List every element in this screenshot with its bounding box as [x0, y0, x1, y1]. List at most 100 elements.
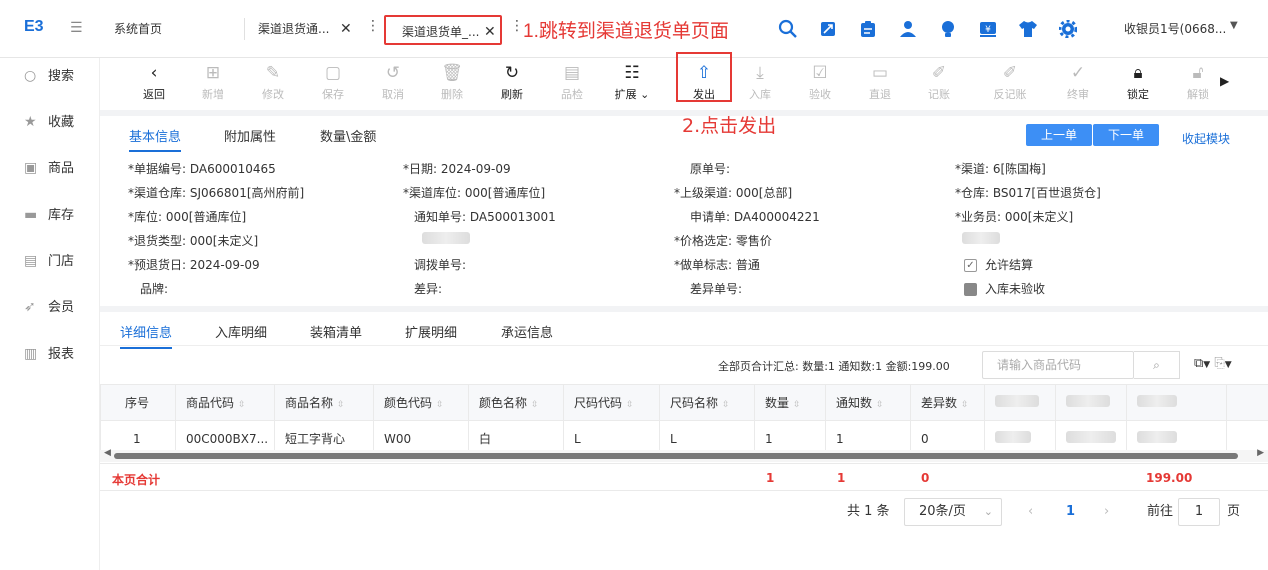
extend-button[interactable]: ☷ 扩展 ⌄ [610, 62, 654, 102]
back-button[interactable]: ‹ 返回 [132, 62, 176, 102]
column-header[interactable]: 尺码代码 ⇳ [563, 384, 660, 421]
top-icon-bar: ¥ [768, 14, 1088, 44]
save-button[interactable]: ▢ 保存 [311, 62, 355, 102]
sort-icon[interactable]: ⇳ [961, 400, 969, 410]
in-uninspected-checkbox[interactable]: 入库未验收 [964, 280, 1045, 297]
search-icon[interactable] [768, 14, 808, 44]
sort-icon[interactable]: ⇳ [531, 400, 539, 410]
top-bar: E3 ☰ 系统首页 渠道退货通... ✕ ⋮ 渠道退货单_... ✕ ⋮ 1.跳转到… [0, 0, 1268, 58]
allow-settle-checkbox[interactable]: ✓ 允许结算 [964, 256, 1033, 273]
tab-carrier-info[interactable]: 承运信息 [501, 322, 553, 341]
clipboard-icon[interactable] [848, 14, 888, 44]
more-vertical-icon[interactable]: ⋮ [366, 18, 380, 34]
sort-icon[interactable]: ⇳ [626, 400, 634, 410]
sidebar-item-search[interactable]: ○ 搜索 [24, 66, 74, 86]
column-header[interactable]: 差异数 ⇳ [910, 384, 985, 421]
sort-icon[interactable]: ⇳ [436, 400, 444, 410]
sort-icon[interactable]: ⇳ [337, 400, 345, 410]
quality-check-button[interactable]: ▤ 品检 [550, 62, 594, 102]
close-icon[interactable]: ✕ [484, 17, 496, 47]
next-order-button[interactable]: 下一单 [1093, 124, 1159, 146]
tab-extend-detail[interactable]: 扩展明细 [405, 322, 457, 341]
refresh-button[interactable]: ↻ 刷新 [490, 62, 534, 102]
column-header[interactable]: 尺码名称 ⇳ [659, 384, 755, 421]
expand-icon[interactable] [808, 14, 848, 44]
prev-order-button[interactable]: 上一单 [1026, 124, 1092, 146]
horizontal-scrollbar[interactable]: ◀ ▶ [100, 448, 1268, 462]
caret-down-icon[interactable]: ▼ [1225, 360, 1232, 370]
delete-button[interactable]: 🗑 删除 [430, 62, 474, 102]
sort-icon[interactable]: ⇳ [876, 400, 884, 410]
column-header[interactable]: 数量 ⇳ [754, 384, 826, 421]
cancel-button[interactable]: ↺ 取消 [371, 62, 415, 102]
sidebar-item-favorites[interactable]: ★ 收藏 [24, 112, 74, 132]
add-button[interactable]: ⊞ 新增 [191, 62, 235, 102]
book-button[interactable]: ✐ 记账 [917, 62, 961, 102]
issue-button[interactable]: ⇧ 发出 [676, 52, 732, 102]
accept-button[interactable]: ☑ 验收 [798, 62, 842, 102]
total-qty: 1 [766, 471, 775, 485]
edit-button[interactable]: ✎ 修改 [251, 62, 295, 102]
tab-inbound-detail[interactable]: 入库明细 [215, 322, 267, 341]
tab-detail-info[interactable]: 详细信息 [120, 322, 173, 349]
doc-no-field: *单据编号: DA600010465 [128, 162, 276, 176]
column-header[interactable]: 商品名称 ⇳ [274, 384, 374, 421]
final-review-button[interactable]: ✓ 终审 [1056, 62, 1100, 102]
doc-flag-field: *做单标志: 普通 [674, 258, 760, 272]
tab-channel-return-order[interactable]: 渠道退货单_... ✕ [384, 15, 502, 45]
sidebar-item-store[interactable]: ▤ 门店 [24, 251, 74, 271]
column-header[interactable]: 颜色代码 ⇳ [373, 384, 469, 421]
column-header[interactable]: 颜色名称 ⇳ [468, 384, 564, 421]
page-size-select[interactable]: 20条/页 ⌄ [904, 498, 1002, 526]
scroll-right-icon[interactable]: ▶ [1257, 448, 1264, 458]
table-tools[interactable]: ⧉▼ ⎘▼ [1194, 356, 1232, 371]
column-header[interactable]: 商品代码 ⇳ [175, 384, 275, 421]
user-menu[interactable]: 收银员1号(0668... [1124, 20, 1226, 37]
scroll-right-icon[interactable]: ▶ [1220, 74, 1229, 88]
goto-page-input[interactable]: 1 [1178, 498, 1220, 526]
tab-home[interactable]: 系统首页 [114, 12, 162, 46]
export-icon[interactable]: ⎘ [1214, 356, 1224, 371]
sidebar-item-report[interactable]: ▥ 报表 [24, 344, 74, 364]
caret-down-icon[interactable]: ▼ [1203, 360, 1210, 370]
total-amount: 199.00 [1146, 471, 1193, 485]
more-vertical-icon[interactable]: ⋮ [510, 18, 524, 34]
close-icon[interactable]: ✕ [340, 12, 352, 46]
cashier-icon[interactable]: ¥ [968, 14, 1008, 44]
page-number[interactable]: 1 [1066, 498, 1075, 526]
document-icon: ▭ [871, 63, 889, 83]
lock-button[interactable]: 🔒︎ 锁定 [1116, 62, 1160, 102]
caret-down-icon[interactable]: ▼ [1230, 20, 1238, 31]
product-code-search-input[interactable]: 请输入商品代码 [982, 351, 1134, 379]
tab-channel-return-notice[interactable]: 渠道退货通... ✕ [258, 12, 352, 46]
search-icon[interactable]: ⌕ [1134, 351, 1180, 379]
tab-packing-list[interactable]: 装箱清单 [310, 322, 362, 341]
prev-page-icon[interactable]: ‹ [1028, 498, 1033, 526]
sort-icon[interactable]: ⇳ [793, 400, 801, 410]
menu-collapse-icon[interactable]: ☰ [70, 20, 83, 36]
unlock-button[interactable]: 🔓︎ 解锁 [1176, 62, 1220, 102]
reverse-book-button[interactable]: ✐ 反记账 [985, 62, 1035, 102]
tab-qty-amount[interactable]: 数量\金额 [320, 126, 376, 145]
tab-extra-attrs[interactable]: 附加属性 [224, 126, 276, 145]
sort-icon[interactable]: ⇳ [722, 400, 730, 410]
sidebar-item-member[interactable]: ➶ 会员 [24, 297, 74, 317]
gear-icon[interactable] [1048, 14, 1088, 44]
bulb-icon[interactable] [928, 14, 968, 44]
scrollbar-thumb[interactable] [114, 453, 1238, 459]
next-page-icon[interactable]: › [1104, 498, 1109, 526]
copy-icon[interactable]: ⧉ [1194, 356, 1203, 371]
user-icon[interactable] [888, 14, 928, 44]
inbound-button[interactable]: ⤓ 入库 [738, 62, 782, 102]
sidebar-item-stock[interactable]: ▬ 库存 [24, 205, 74, 225]
column-header[interactable]: 通知数 ⇳ [825, 384, 911, 421]
tab-basic-info[interactable]: 基本信息 [129, 126, 182, 152]
direct-return-button[interactable]: ▭ 直退 [858, 62, 902, 102]
collapse-module-link[interactable]: 收起模块 [1182, 130, 1230, 147]
sidebar-item-goods[interactable]: ▣ 商品 [24, 158, 74, 178]
sort-icon[interactable]: ⇳ [238, 400, 246, 410]
blurred-field [1137, 395, 1177, 407]
inspect-icon: ▤ [563, 63, 581, 83]
tshirt-icon[interactable] [1008, 14, 1048, 44]
scroll-left-icon[interactable]: ◀ [104, 448, 111, 458]
